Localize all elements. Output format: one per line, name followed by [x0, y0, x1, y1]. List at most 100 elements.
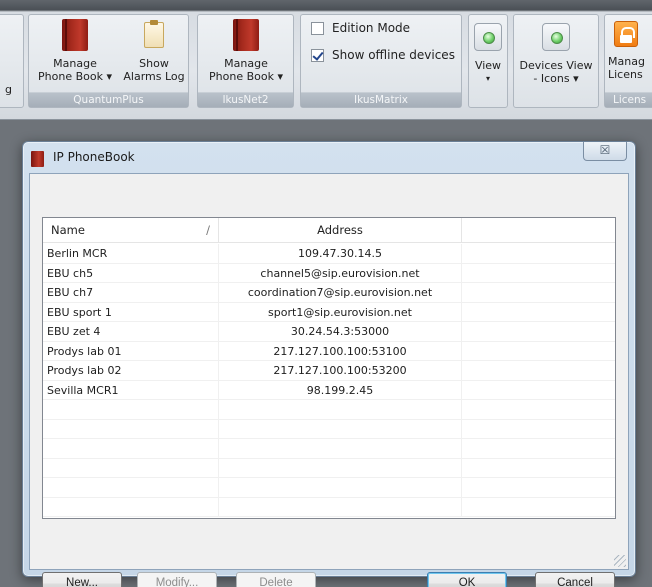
- table-row[interactable]: [43, 458, 615, 478]
- phonebook-icon: [62, 19, 88, 51]
- cell-name: Prodys lab 02: [43, 361, 219, 380]
- edition-mode-checkbox[interactable]: Edition Mode: [311, 21, 410, 35]
- license-label-line1: Manag: [608, 55, 645, 68]
- modify-button[interactable]: Modify...: [137, 572, 217, 587]
- cell-address: [219, 419, 462, 438]
- table-row[interactable]: [43, 439, 615, 459]
- edition-mode-checkbox-box: [311, 21, 324, 35]
- view-label: View: [474, 59, 502, 72]
- table-row[interactable]: [43, 419, 615, 439]
- cell-name: [43, 478, 219, 497]
- phonebook-icon: [31, 151, 44, 167]
- table-row[interactable]: Sevilla MCR1 98.199.2.45: [43, 380, 615, 400]
- cell-address: channel5@sip.eurovision.net: [219, 263, 462, 282]
- ribbon-group-view: View ▾: [468, 14, 508, 108]
- table-row[interactable]: Prodys lab 01 217.127.100.100:53100: [43, 341, 615, 361]
- cell-name: Prodys lab 01: [43, 341, 219, 360]
- clipboard-icon: [144, 20, 164, 48]
- green-led-icon: [542, 23, 570, 51]
- dialog-title: IP PhoneBook: [53, 150, 135, 164]
- cell-name: Sevilla MCR1: [43, 380, 219, 399]
- devices-view-label: Devices View: [519, 59, 593, 72]
- phonebook-icon: [233, 19, 259, 51]
- cell-empty: [462, 322, 615, 341]
- table-row[interactable]: EBU ch7 coordination7@sip.eurovision.net: [43, 283, 615, 303]
- cell-name: EBU zet 4: [43, 322, 219, 341]
- ribbon-group-ikusmatrix: Edition Mode Show offline devices IkusMa…: [300, 14, 462, 108]
- cell-name: EBU ch5: [43, 263, 219, 282]
- edition-mode-label: Edition Mode: [332, 21, 411, 35]
- column-header-address-label: Address: [317, 223, 363, 237]
- resize-grip-icon[interactable]: [614, 555, 626, 567]
- table-row[interactable]: Berlin MCR 109.47.30.14.5: [43, 244, 615, 264]
- devices-view-button[interactable]: Devices View - Icons ▾: [516, 23, 596, 85]
- cell-name: EBU ch7: [43, 283, 219, 302]
- cell-empty: [462, 478, 615, 497]
- list-header: Name / Address: [43, 218, 615, 243]
- cell-empty: [462, 498, 615, 517]
- ikusnet2-manage-phonebook-button[interactable]: Manage Phone Book ▾: [204, 19, 288, 83]
- ribbon-group-ikusnet2: Manage Phone Book ▾ IkusNet2: [197, 14, 294, 108]
- group-caption-quantumplus: QuantumPlus: [29, 92, 188, 107]
- cell-empty: [462, 400, 615, 419]
- cell-empty: [462, 342, 615, 361]
- column-header-name-label: Name: [51, 223, 85, 237]
- cell-address: [219, 478, 462, 497]
- cell-empty: [462, 264, 615, 283]
- group-caption-ikusnet2: IkusNet2: [198, 92, 293, 107]
- dialog-client-area: Name / Address Berlin MCR 109.47.30.14.5 E…: [29, 173, 629, 587]
- devices-view-sublabel: - Icons ▾: [533, 72, 579, 85]
- cell-address: 217.127.100.100:53200: [219, 361, 462, 380]
- ok-button[interactable]: OK: [427, 572, 507, 587]
- delete-button[interactable]: Delete: [236, 572, 316, 587]
- cell-empty: [462, 303, 615, 322]
- cell-address: 98.199.2.45: [219, 380, 462, 399]
- view-button[interactable]: View ▾: [471, 23, 505, 85]
- manage-license-button[interactable]: Manag Licens: [608, 19, 652, 81]
- cancel-button[interactable]: Cancel: [535, 572, 615, 587]
- quantumplus-manage-phonebook-button[interactable]: Manage Phone Book ▾: [33, 19, 117, 83]
- ip-phonebook-dialog: IP PhoneBook ☒ Name / Address Berlin MCR…: [22, 141, 636, 587]
- table-row[interactable]: EBU sport 1 sport1@sip.eurovision.net: [43, 302, 615, 322]
- column-header-empty: [462, 218, 615, 243]
- cell-name: [43, 458, 219, 477]
- table-row[interactable]: EBU ch5 channel5@sip.eurovision.net: [43, 263, 615, 283]
- dialog-titlebar[interactable]: IP PhoneBook ☒: [23, 142, 635, 172]
- table-row[interactable]: [43, 478, 615, 498]
- show-offline-devices-checkbox-box: [311, 48, 324, 62]
- cell-address: [219, 400, 462, 419]
- cell-address: 217.127.100.100:53100: [219, 341, 462, 360]
- cell-address: 30.24.54.3:53000: [219, 322, 462, 341]
- green-led-icon: [474, 23, 502, 51]
- column-header-name[interactable]: Name /: [43, 218, 219, 243]
- phonebook-list[interactable]: Name / Address Berlin MCR 109.47.30.14.5 E…: [42, 217, 616, 519]
- button-label-line1: Manage: [53, 57, 97, 70]
- column-header-address[interactable]: Address: [219, 218, 462, 243]
- ribbon: g Manage Phone Book ▾ Show Alarms Log Qu…: [0, 0, 652, 120]
- cell-empty: [462, 459, 615, 478]
- cell-empty: [462, 361, 615, 380]
- close-button[interactable]: ☒: [583, 142, 627, 161]
- cell-empty: [462, 283, 615, 302]
- sort-indicator-icon: /: [206, 223, 210, 237]
- button-label-line2: Phone Book ▾: [38, 70, 112, 83]
- show-offline-devices-label: Show offline devices: [332, 48, 455, 62]
- button-label-line2: Phone Book ▾: [209, 70, 283, 83]
- close-icon: ☒: [599, 143, 611, 157]
- show-offline-devices-checkbox[interactable]: Show offline devices: [311, 48, 455, 62]
- table-row[interactable]: Prodys lab 02 217.127.100.100:53200: [43, 361, 615, 381]
- button-label-line2: Alarms Log: [123, 70, 185, 83]
- partial-text: g: [5, 83, 12, 96]
- table-row[interactable]: [43, 400, 615, 420]
- table-row[interactable]: EBU zet 4 30.24.54.3:53000: [43, 322, 615, 342]
- group-caption-license: Licens: [605, 92, 652, 107]
- cell-empty: [462, 420, 615, 439]
- show-alarms-log-button[interactable]: Show Alarms Log: [121, 19, 187, 83]
- cell-name: Berlin MCR: [43, 244, 219, 263]
- cell-name: [43, 419, 219, 438]
- list-body: Berlin MCR 109.47.30.14.5 EBU ch5 channel5@…: [43, 244, 615, 518]
- cell-empty: [462, 381, 615, 400]
- cell-empty: [462, 244, 615, 263]
- table-row[interactable]: [43, 497, 615, 517]
- new-button[interactable]: New...: [42, 572, 122, 587]
